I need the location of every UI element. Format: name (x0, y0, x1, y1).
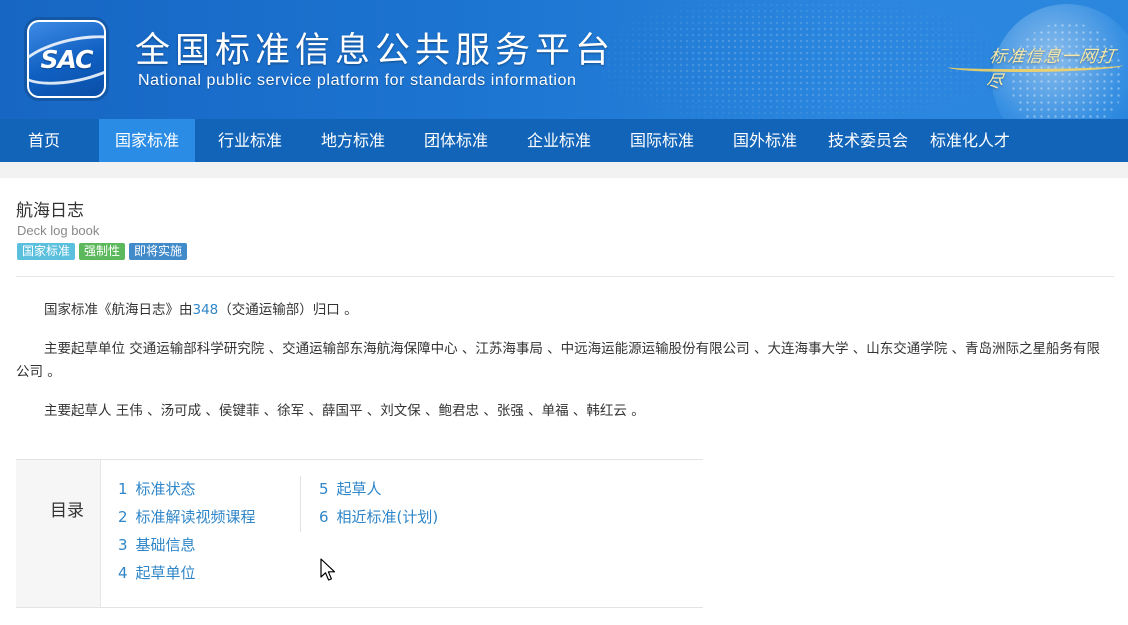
toc-item-label: 相近标准(计划) (336, 508, 439, 526)
logo-text: SAC (40, 44, 94, 74)
content-top-strip (0, 162, 1128, 178)
toc-label-cell: 目录 (16, 460, 101, 607)
attribution-paragraph: 国家标准《航海日志》由348（交通运输部）归口 。 (16, 299, 1112, 322)
toc-column-divider (300, 476, 301, 532)
site-subtitle: National public service platform for sta… (138, 72, 577, 89)
nav-item-enterprise-standards[interactable]: 企业标准 (511, 119, 607, 162)
mouse-cursor-icon (320, 558, 336, 581)
nav-item-group-standards[interactable]: 团体标准 (408, 119, 504, 162)
drafting-units-label: 主要起草单位 (44, 341, 125, 357)
site-title: 全国标准信息公共服务平台 (135, 31, 616, 71)
toc-item-label: 起草单位 (135, 564, 196, 582)
standard-badges: 国家标准 强制性 即将实施 (17, 243, 188, 260)
standard-detail: 航海日志 Deck log book 国家标准 强制性 即将实施 国家标准《航海… (0, 178, 1128, 625)
attribution-suffix: （交通运输部）归口 。 (218, 302, 358, 318)
section-divider (16, 276, 1114, 277)
nav-item-standardization-talent[interactable]: 标准化人才 (920, 119, 1020, 162)
drafting-units-text: 交通运输部科学研究院 、交通运输部东海航海保障中心 、江苏海事局 、中远海运能源… (16, 341, 1101, 380)
toc-item-label: 起草人 (336, 480, 382, 498)
toc-item-label: 标准状态 (135, 480, 196, 498)
nav-item-home[interactable]: 首页 (0, 119, 88, 162)
sac-logo[interactable]: SAC (27, 20, 106, 98)
toc-item-standard-status[interactable]: 1 标准状态 (118, 478, 196, 499)
toc-item-video-course[interactable]: 2 标准解读视频课程 (118, 506, 256, 527)
nav-item-technical-committees[interactable]: 技术委员会 (818, 119, 918, 162)
toc-label: 目录 (50, 501, 84, 521)
drafters-text: 王伟 、汤可成 、侯键菲 、徐军 、薛国平 、刘文保 、鲍君忠 、张强 、单福 … (115, 403, 645, 419)
slogan: 标准信息一网打尽 (984, 47, 1117, 92)
main-nav: 首页 国家标准 行业标准 地方标准 团体标准 企业标准 国际标准 国外标准 技术… (0, 119, 1128, 162)
toc-item-label: 基础信息 (135, 536, 196, 554)
tc-code-link[interactable]: 348 (193, 302, 219, 318)
nav-item-international-standards[interactable]: 国际标准 (614, 119, 710, 162)
toc-item-similar-standards[interactable]: 6 相近标准(计划) (319, 506, 438, 527)
badge-mandatory: 强制性 (79, 243, 126, 260)
toc-item-number: 6 (319, 508, 329, 526)
badge-national-standard: 国家标准 (17, 243, 76, 260)
standard-title: 航海日志 (16, 201, 84, 221)
standard-title-en: Deck log book (17, 223, 100, 238)
drafters-label: 主要起草人 (44, 403, 112, 419)
nav-item-foreign-standards[interactable]: 国外标准 (717, 119, 813, 162)
world-map-decoration (588, 0, 1008, 119)
toc-item-number: 1 (118, 480, 128, 498)
nav-item-national-standards[interactable]: 国家标准 (99, 119, 195, 162)
badge-upcoming: 即将实施 (129, 243, 188, 260)
toc-item-drafting-units[interactable]: 4 起草单位 (118, 562, 196, 583)
nav-item-industry-standards[interactable]: 行业标准 (202, 119, 298, 162)
drafters-paragraph: 主要起草人 王伟 、汤可成 、侯键菲 、徐军 、薛国平 、刘文保 、鲍君忠 、张… (16, 400, 1112, 423)
nav-item-local-standards[interactable]: 地方标准 (305, 119, 401, 162)
attribution-prefix: 国家标准《航海日志》由 (44, 302, 193, 318)
toc-item-number: 2 (118, 508, 128, 526)
toc-item-number: 3 (118, 536, 128, 554)
toc-item-number: 4 (118, 564, 128, 582)
toc-item-number: 5 (319, 480, 329, 498)
site-banner: SAC 全国标准信息公共服务平台 National public service… (0, 0, 1128, 119)
drafting-units-paragraph: 主要起草单位 交通运输部科学研究院 、交通运输部东海航海保障中心 、江苏海事局 … (16, 338, 1112, 384)
toc-item-basic-info[interactable]: 3 基础信息 (118, 534, 196, 555)
toc-item-label: 标准解读视频课程 (135, 508, 256, 526)
toc-item-drafters[interactable]: 5 起草人 (319, 478, 382, 499)
table-of-contents: 目录 1 标准状态 2 标准解读视频课程 3 基础信息 4 起草单位 5 起草人 6 相近标… (16, 459, 703, 608)
